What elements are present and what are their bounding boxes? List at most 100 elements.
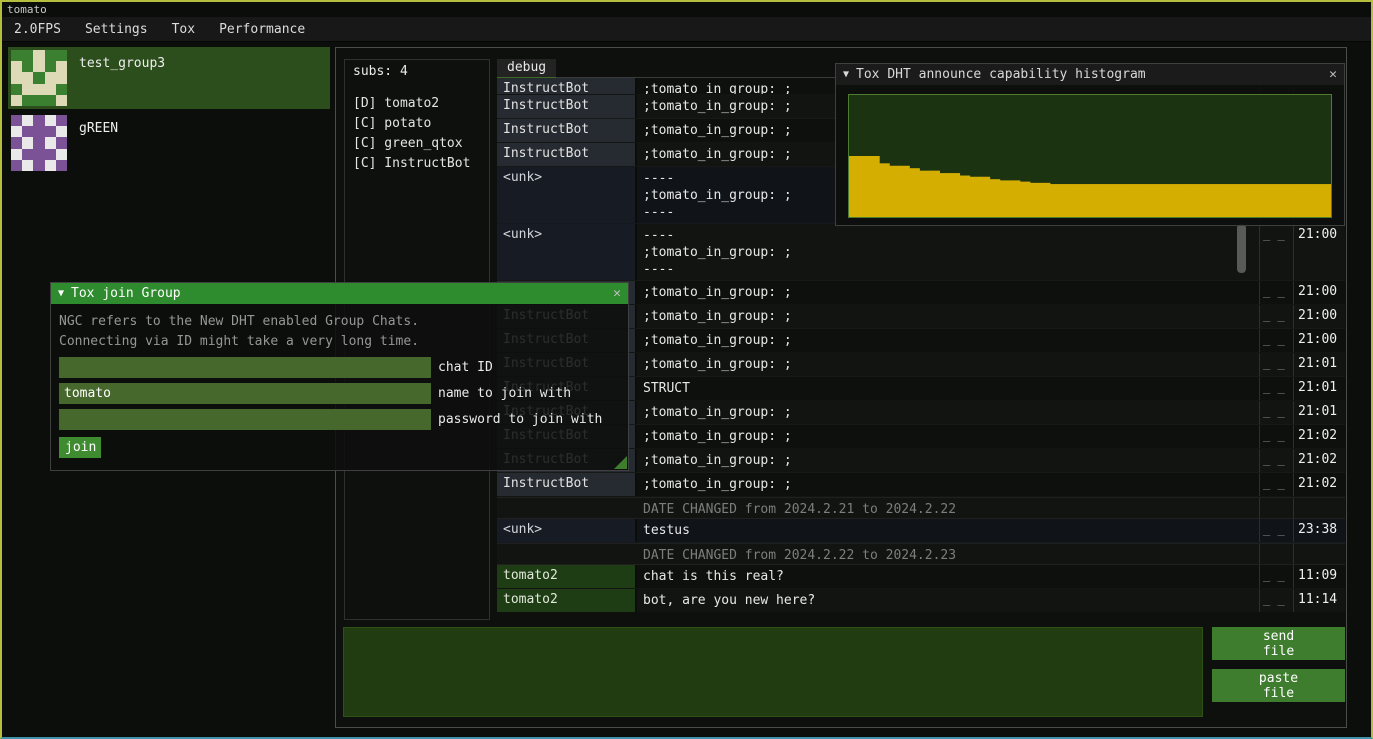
fps-indicator: 2.0FPS: [2, 17, 73, 41]
message-text: bot, are you new here?: [637, 589, 1259, 612]
join-window-title: Tox join Group: [71, 286, 181, 301]
message-time: 11:09: [1293, 565, 1345, 588]
member-list: [D] tomato2[C] potato[C] green_qtox[C] I…: [353, 94, 481, 174]
message-sender: <unk>: [497, 167, 637, 223]
member-item[interactable]: [D] tomato2: [353, 94, 481, 114]
message-sender: InstructBot: [497, 78, 637, 94]
message-text: ;tomato_in_group: ;: [637, 425, 1259, 448]
collapse-icon[interactable]: ▼: [843, 69, 849, 80]
subs-header: subs: 4: [353, 64, 481, 79]
menu-item-settings[interactable]: Settings: [73, 17, 160, 41]
message-text: ---- ;tomato_in_group: ; ----: [637, 224, 1259, 280]
join-name-input[interactable]: [59, 383, 431, 404]
message-text: ;tomato_in_group: ;: [637, 305, 1259, 328]
message-time: [1293, 498, 1345, 518]
collapse-icon[interactable]: ▼: [58, 288, 64, 299]
message-time: 23:38: [1293, 519, 1345, 542]
message-row[interactable]: DATE CHANGED from 2024.2.21 to 2024.2.22: [497, 497, 1345, 519]
member-item[interactable]: [C] InstructBot: [353, 154, 481, 174]
message-status: _ _: [1259, 353, 1293, 376]
scrollbar-thumb[interactable]: [1237, 224, 1246, 273]
message-status: _ _: [1259, 589, 1293, 612]
tab-debug[interactable]: debug: [497, 59, 556, 78]
message-sender: InstructBot: [497, 143, 637, 166]
join-button[interactable]: join: [59, 437, 101, 458]
message-text: STRUCT: [637, 377, 1259, 400]
group-name: test_group3: [79, 56, 165, 71]
message-time: 21:01: [1293, 353, 1345, 376]
join-desc-line2: Connecting via ID might take a very long…: [59, 332, 620, 352]
message-time: 21:00: [1293, 305, 1345, 328]
histogram-window-title: Tox DHT announce capability histogram: [856, 67, 1146, 82]
join-password-input[interactable]: [59, 409, 431, 430]
chat-id-label: chat ID: [438, 360, 493, 375]
message-row[interactable]: tomato2bot, are you new here?_ _11:14: [497, 589, 1345, 612]
member-item[interactable]: [C] green_qtox: [353, 134, 481, 154]
member-item[interactable]: [C] potato: [353, 114, 481, 134]
group-avatar: [11, 115, 67, 171]
message-time: 21:00: [1293, 329, 1345, 352]
message-status: _ _: [1259, 565, 1293, 588]
message-status: _ _: [1259, 519, 1293, 542]
message-sender: [497, 544, 637, 564]
group-item-test_group3[interactable]: test_group3: [8, 47, 330, 109]
join-password-label: password to join with: [438, 412, 602, 427]
message-text: ;tomato_in_group: ;: [637, 353, 1259, 376]
join-group-window: ▼ Tox join Group ✕ NGC refers to the New…: [50, 282, 629, 471]
message-text: ;tomato_in_group: ;: [637, 401, 1259, 424]
message-status: _ _: [1259, 377, 1293, 400]
message-time: [1293, 544, 1345, 564]
message-text: ;tomato_in_group: ;: [637, 329, 1259, 352]
menu-item-tox[interactable]: Tox: [160, 17, 207, 41]
chat-id-input[interactable]: [59, 357, 431, 378]
message-status: _ _: [1259, 305, 1293, 328]
menu-item-performance[interactable]: Performance: [207, 17, 317, 41]
message-text: ;tomato_in_group: ;: [637, 473, 1259, 496]
histogram-plot: [848, 94, 1332, 218]
join-window-titlebar[interactable]: ▼ Tox join Group ✕: [51, 283, 628, 304]
send-file-button[interactable]: send file: [1212, 627, 1345, 660]
message-sender: InstructBot: [497, 119, 637, 142]
message-text: ;tomato_in_group: ;: [637, 281, 1259, 304]
resize-grip-icon[interactable]: [614, 456, 627, 469]
message-status: [1259, 544, 1293, 564]
message-sender: <unk>: [497, 224, 637, 280]
message-sender: tomato2: [497, 589, 637, 612]
message-status: _ _: [1259, 473, 1293, 496]
group-item-green[interactable]: gREEN: [8, 112, 330, 174]
message-row[interactable]: <unk>testus_ _23:38: [497, 519, 1345, 543]
message-text: DATE CHANGED from 2024.2.22 to 2024.2.23: [637, 544, 1259, 564]
message-sender: InstructBot: [497, 473, 637, 496]
message-status: _ _: [1259, 425, 1293, 448]
message-row[interactable]: DATE CHANGED from 2024.2.22 to 2024.2.23: [497, 543, 1345, 565]
histogram-svg: [849, 95, 1331, 217]
message-row[interactable]: tomato2chat is this real?_ _11:09: [497, 565, 1345, 589]
message-sender: <unk>: [497, 519, 637, 542]
message-row[interactable]: InstructBot;tomato_in_group: ;_ _21:02: [497, 473, 1345, 497]
close-icon[interactable]: ✕: [613, 286, 621, 301]
histogram-window-titlebar[interactable]: ▼ Tox DHT announce capability histogram …: [836, 64, 1344, 85]
message-time: 21:02: [1293, 449, 1345, 472]
message-status: [1259, 498, 1293, 518]
message-time: 21:01: [1293, 377, 1345, 400]
paste-file-button[interactable]: paste file: [1212, 669, 1345, 702]
message-status: _ _: [1259, 401, 1293, 424]
group-list: test_group3 gREEN: [8, 47, 330, 177]
message-sender: InstructBot: [497, 95, 637, 118]
message-time: 21:00: [1293, 281, 1345, 304]
message-input[interactable]: [343, 627, 1203, 717]
join-name-label: name to join with: [438, 386, 571, 401]
group-name: gREEN: [79, 121, 118, 136]
message-text: testus: [637, 519, 1259, 542]
message-row[interactable]: <unk>---- ;tomato_in_group: ; ----_ _21:…: [497, 224, 1345, 281]
histogram-window: ▼ Tox DHT announce capability histogram …: [835, 63, 1345, 226]
close-icon[interactable]: ✕: [1329, 67, 1337, 82]
message-time: 21:02: [1293, 473, 1345, 496]
group-avatar: [11, 50, 67, 106]
message-text: DATE CHANGED from 2024.2.21 to 2024.2.22: [637, 498, 1259, 518]
app-window: tomato 2.0FPS Settings Tox Performance t…: [0, 0, 1373, 739]
message-time: 11:14: [1293, 589, 1345, 612]
join-desc-line1: NGC refers to the New DHT enabled Group …: [59, 312, 620, 332]
message-status: _ _: [1259, 449, 1293, 472]
message-text: ;tomato_in_group: ;: [637, 449, 1259, 472]
